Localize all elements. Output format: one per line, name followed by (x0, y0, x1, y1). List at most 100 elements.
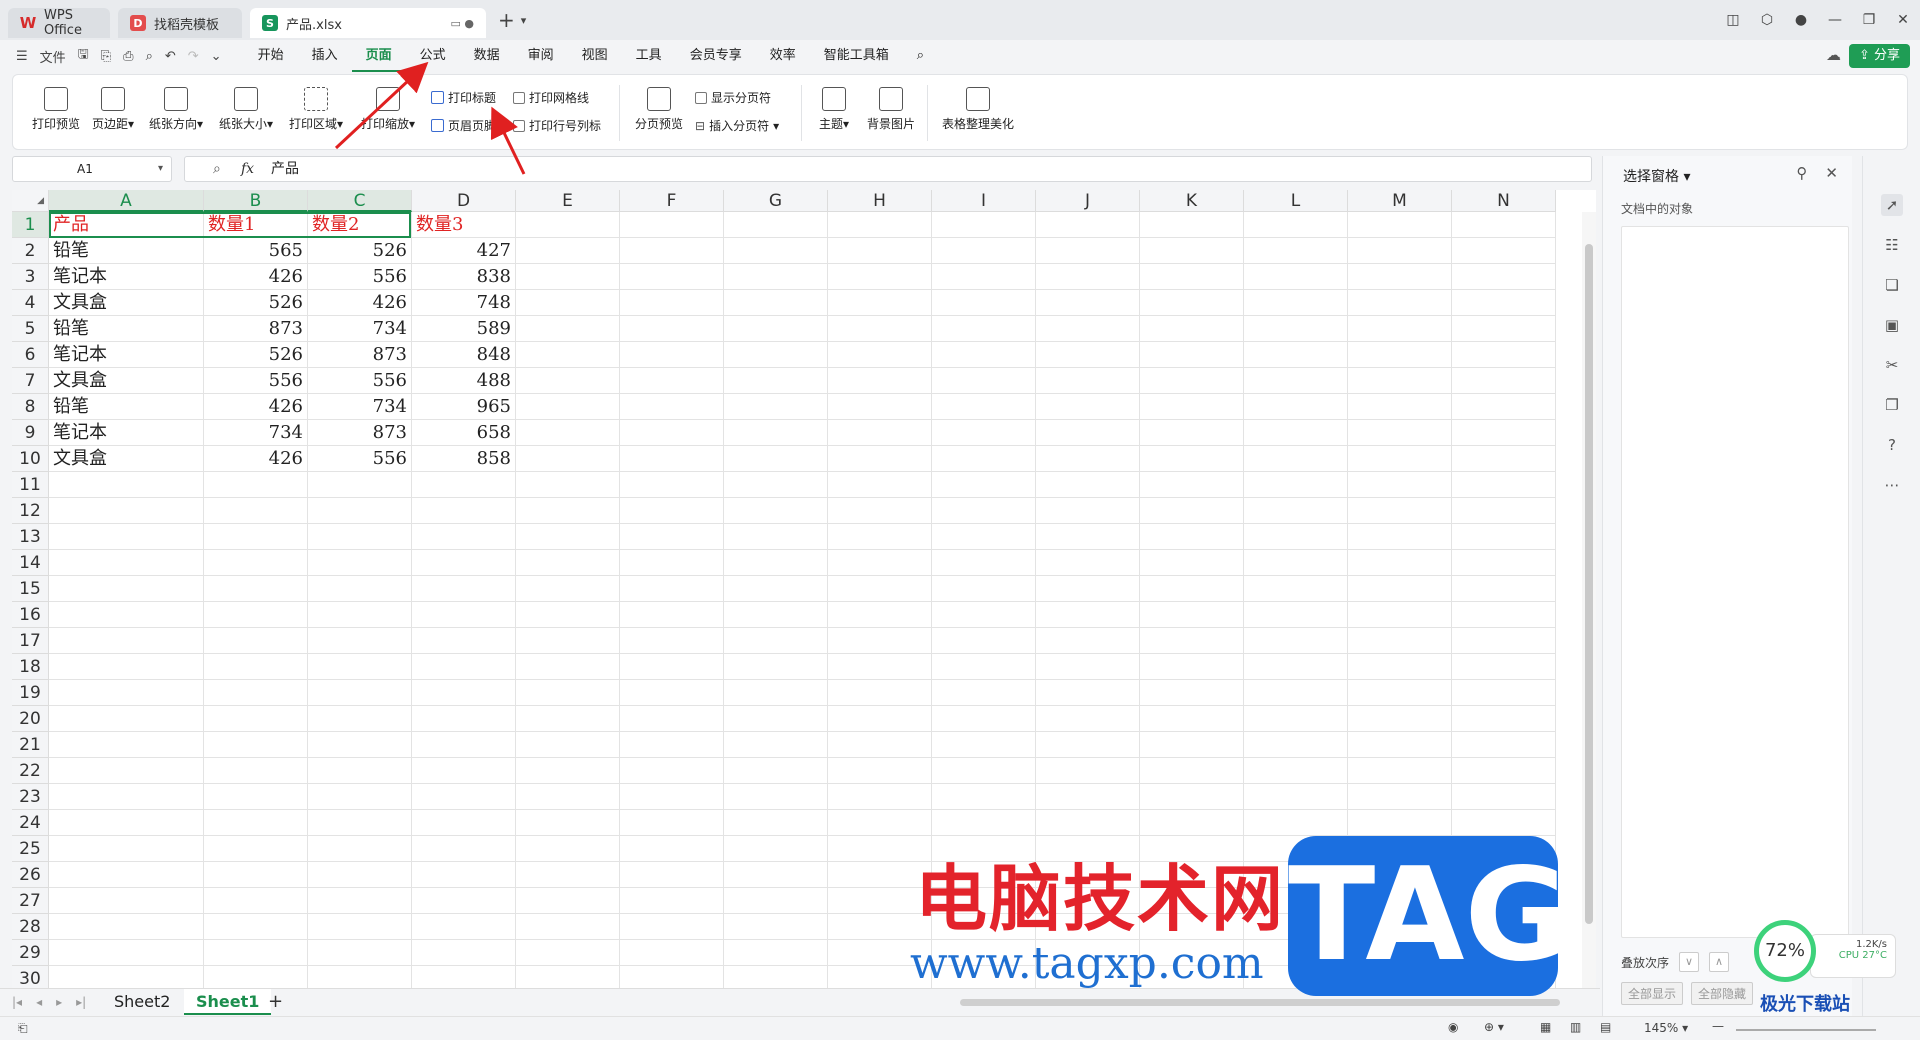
image-edit-icon[interactable]: ▣ (1881, 314, 1903, 336)
cell-k15[interactable] (1140, 576, 1244, 602)
undo-icon[interactable]: ↶ (165, 49, 176, 64)
cell-l21[interactable] (1244, 732, 1348, 758)
cell-e13[interactable] (516, 524, 620, 550)
minimize-icon[interactable]: — (1818, 12, 1852, 28)
cell-b30[interactable] (204, 966, 308, 988)
column-header-k[interactable]: K (1140, 190, 1244, 212)
cell-d4[interactable]: 748 (412, 290, 516, 316)
row-header-12[interactable]: 12 (12, 498, 49, 524)
cell-l20[interactable] (1244, 706, 1348, 732)
cell-d17[interactable] (412, 628, 516, 654)
cell-n20[interactable] (1452, 706, 1556, 732)
redo-icon[interactable]: ↷ (188, 49, 199, 64)
cell-a4[interactable]: 文具盒 (49, 290, 204, 316)
cell-c20[interactable] (308, 706, 412, 732)
cell-f15[interactable] (620, 576, 724, 602)
cell-l14[interactable] (1244, 550, 1348, 576)
cell-n12[interactable] (1452, 498, 1556, 524)
menu-view[interactable]: 视图 (568, 40, 622, 72)
cell-k12[interactable] (1140, 498, 1244, 524)
cell-l6[interactable] (1244, 342, 1348, 368)
cell-m3[interactable] (1348, 264, 1452, 290)
cell-c18[interactable] (308, 654, 412, 680)
cell-i14[interactable] (932, 550, 1036, 576)
tab-wps-office[interactable]: W WPS Office (8, 8, 110, 38)
print-titles-button[interactable]: 打印标题 (431, 89, 496, 106)
cell-e29[interactable] (516, 940, 620, 966)
cell-g15[interactable] (724, 576, 828, 602)
cell-k1[interactable] (1140, 212, 1244, 238)
column-header-m[interactable]: M (1348, 190, 1452, 212)
cell-m1[interactable] (1348, 212, 1452, 238)
cell-d9[interactable]: 658 (412, 420, 516, 446)
select-pointer-icon[interactable]: ➚ (1881, 194, 1903, 216)
cell-m4[interactable] (1348, 290, 1452, 316)
cell-k2[interactable] (1140, 238, 1244, 264)
cell-d12[interactable] (412, 498, 516, 524)
cell-d11[interactable] (412, 472, 516, 498)
cell-m9[interactable] (1348, 420, 1452, 446)
name-box[interactable]: A1 ▾ (12, 156, 172, 182)
cell-e18[interactable] (516, 654, 620, 680)
page-break-view-icon[interactable]: ▤ (1600, 1020, 1611, 1034)
cell-g4[interactable] (724, 290, 828, 316)
cell-c2[interactable]: 526 (308, 238, 412, 264)
cell-l18[interactable] (1244, 654, 1348, 680)
column-header-j[interactable]: J (1036, 190, 1140, 212)
cell-e1[interactable] (516, 212, 620, 238)
more-icon[interactable]: ⋯ (1881, 474, 1903, 496)
cell-l5[interactable] (1244, 316, 1348, 342)
menu-review[interactable]: 审阅 (514, 40, 568, 72)
cell-g2[interactable] (724, 238, 828, 264)
cell-l13[interactable] (1244, 524, 1348, 550)
cell-f23[interactable] (620, 784, 724, 810)
column-header-e[interactable]: E (516, 190, 620, 212)
cell-j4[interactable] (1036, 290, 1140, 316)
cell-l16[interactable] (1244, 602, 1348, 628)
chevron-down-icon[interactable]: ⌄ (211, 49, 222, 64)
cell-j3[interactable] (1036, 264, 1140, 290)
cell-d20[interactable] (412, 706, 516, 732)
cell-e23[interactable] (516, 784, 620, 810)
cell-k8[interactable] (1140, 394, 1244, 420)
cell-j20[interactable] (1036, 706, 1140, 732)
cell-g25[interactable] (724, 836, 828, 862)
layout-icon[interactable]: ◫ (1716, 12, 1750, 28)
cell-k6[interactable] (1140, 342, 1244, 368)
cell-f17[interactable] (620, 628, 724, 654)
cloud-icon[interactable]: ☁ (1826, 46, 1846, 64)
cell-n13[interactable] (1452, 524, 1556, 550)
print-gridlines-checkbox[interactable]: 打印网格线 (513, 89, 589, 106)
menu-member[interactable]: 会员专享 (676, 40, 756, 72)
cell-f13[interactable] (620, 524, 724, 550)
cell-d19[interactable] (412, 680, 516, 706)
cell-c26[interactable] (308, 862, 412, 888)
cell-b17[interactable] (204, 628, 308, 654)
cell-f28[interactable] (620, 914, 724, 940)
hide-all-button[interactable]: 全部隐藏 (1691, 982, 1754, 1005)
cell-g22[interactable] (724, 758, 828, 784)
cell-a16[interactable] (49, 602, 204, 628)
cell-n23[interactable] (1452, 784, 1556, 810)
cell-b8[interactable]: 426 (204, 394, 308, 420)
cell-i24[interactable] (932, 810, 1036, 836)
row-header-16[interactable]: 16 (12, 602, 49, 628)
cell-h12[interactable] (828, 498, 932, 524)
row-header-7[interactable]: 7 (12, 368, 49, 394)
cell-l7[interactable] (1244, 368, 1348, 394)
cell-i17[interactable] (932, 628, 1036, 654)
cell-l8[interactable] (1244, 394, 1348, 420)
cell-a25[interactable] (49, 836, 204, 862)
cell-d7[interactable]: 488 (412, 368, 516, 394)
normal-view-icon[interactable]: ▦ (1540, 1020, 1551, 1034)
cell-n9[interactable] (1452, 420, 1556, 446)
cell-b20[interactable] (204, 706, 308, 732)
macro-icon[interactable]: ⎗ (18, 1021, 28, 1036)
cell-n8[interactable] (1452, 394, 1556, 420)
cell-c25[interactable] (308, 836, 412, 862)
cell-e3[interactable] (516, 264, 620, 290)
cell-e9[interactable] (516, 420, 620, 446)
cell-f22[interactable] (620, 758, 724, 784)
cell-i7[interactable] (932, 368, 1036, 394)
cell-l15[interactable] (1244, 576, 1348, 602)
